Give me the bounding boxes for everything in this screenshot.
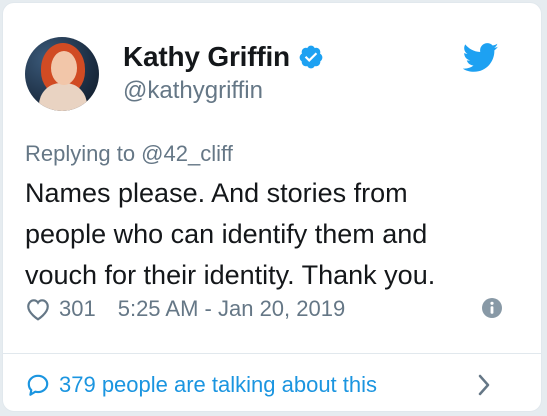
chevron-right-icon[interactable]: [477, 373, 491, 397]
divider: [3, 353, 541, 354]
comment-bubble-icon: [27, 374, 49, 396]
heart-icon[interactable]: [25, 297, 51, 321]
tweet-timestamp[interactable]: 5:25 AM - Jan 20, 2019: [118, 296, 346, 322]
info-icon[interactable]: [481, 297, 503, 319]
twitter-bird-icon[interactable]: [463, 43, 499, 73]
replying-to-label[interactable]: Replying to @42_cliff: [25, 141, 233, 167]
like-count[interactable]: 301: [59, 296, 96, 322]
tweet-text: Names please. And stories from people wh…: [25, 178, 436, 290]
tweet-header: Kathy Griffin @kathygriffin: [25, 37, 519, 117]
tweet-meta-row: 301 5:25 AM - Jan 20, 2019: [25, 293, 519, 325]
author-display-name[interactable]: Kathy Griffin: [123, 41, 290, 73]
conversation-footer[interactable]: 379 people are talking about this: [25, 367, 519, 403]
author-name-row: Kathy Griffin: [123, 41, 324, 73]
verified-badge-icon: [299, 45, 323, 69]
embedded-tweet-card: Kathy Griffin @kathygriffin Replying to …: [2, 2, 542, 412]
avatar[interactable]: [25, 37, 99, 111]
author-handle[interactable]: @kathygriffin: [123, 77, 263, 105]
talking-about-link[interactable]: 379 people are talking about this: [59, 372, 377, 398]
